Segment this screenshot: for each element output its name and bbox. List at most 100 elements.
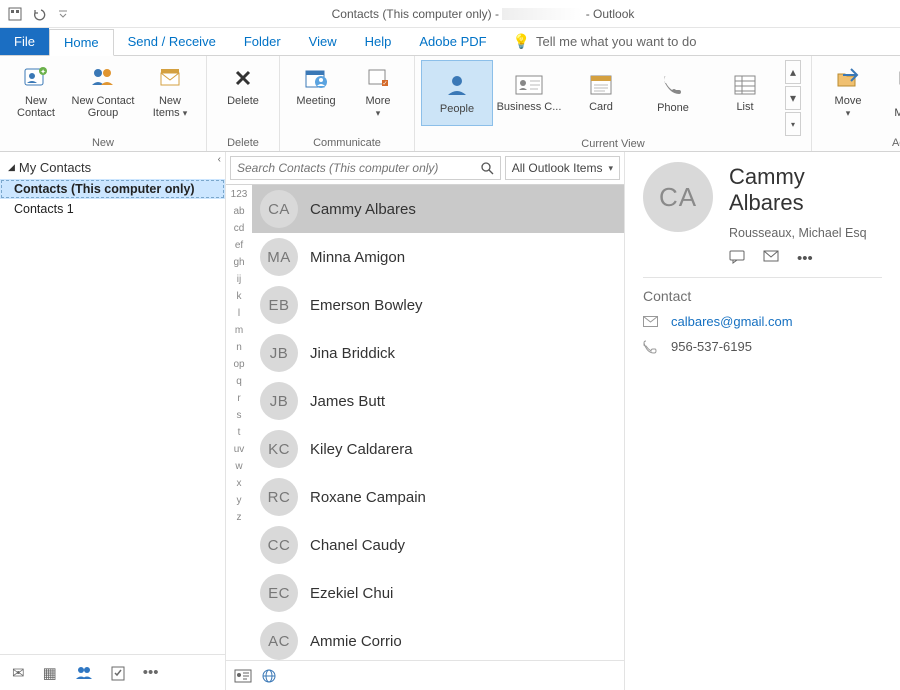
qat-customize-icon[interactable] (54, 5, 72, 23)
alpha-index-letter[interactable]: cd (234, 223, 245, 234)
alpha-index-letter[interactable]: uv (234, 444, 245, 455)
ribbon-group-communicate: Meeting ✓ More▾ Communicate (280, 56, 415, 151)
folder-pane: ‹ ◢ My Contacts Contacts (This computer … (0, 152, 225, 690)
alpha-index-letter[interactable]: l (238, 308, 240, 319)
tell-me-search[interactable]: 💡 Tell me what you want to do (513, 33, 697, 50)
alpha-index-letter[interactable]: ij (237, 274, 241, 285)
mail-merge-icon (896, 64, 900, 92)
alpha-index-letter[interactable]: gh (233, 257, 244, 268)
my-contacts-header[interactable]: ◢ My Contacts (0, 152, 225, 179)
people-icon (443, 71, 471, 99)
contact-phone: 956-537-6195 (671, 339, 752, 354)
alpha-index-letter[interactable]: w (235, 461, 242, 472)
contact-row[interactable]: CACammy Albares (252, 185, 624, 233)
contact-email[interactable]: calbares@gmail.com (671, 314, 793, 329)
view-people-button[interactable]: People (421, 60, 493, 126)
contact-row[interactable]: CCChanel Caudy (252, 521, 624, 569)
view-scroll-down[interactable]: ▾ (785, 86, 801, 110)
phone-row: 956-537-6195 (643, 339, 882, 354)
alpha-index-letter[interactable]: y (237, 495, 242, 506)
view-scroll-up[interactable]: ▴ (785, 60, 801, 84)
alpha-index-letter[interactable]: m (235, 325, 243, 336)
label: List (736, 101, 753, 113)
tab-view[interactable]: View (295, 28, 351, 55)
alpha-index-letter[interactable]: 123 (231, 189, 248, 200)
contact-row-name: Jina Briddick (310, 345, 395, 362)
contact-header: CA Cammy Albares Rousseaux, Michael Esq … (643, 162, 882, 267)
view-phone-button[interactable]: Phone (637, 60, 709, 126)
alpha-index-letter[interactable]: q (236, 376, 242, 387)
alpha-index-letter[interactable]: op (233, 359, 244, 370)
tell-me-label: Tell me what you want to do (536, 34, 696, 49)
contact-row[interactable]: KCKiley Caldarera (252, 425, 624, 473)
new-contact-group-button[interactable]: New Contact Group (68, 60, 138, 123)
tab-adobe-pdf[interactable]: Adobe PDF (405, 28, 500, 55)
contact-row[interactable]: ACAmmie Corrio (252, 617, 624, 660)
alpha-index-letter[interactable]: s (237, 410, 242, 421)
contact-row-name: Cammy Albares (310, 201, 416, 218)
alpha-index-letter[interactable]: r (237, 393, 240, 404)
tab-folder[interactable]: Folder (230, 28, 295, 55)
qat-app-icon[interactable] (6, 5, 24, 23)
list-footer (226, 660, 624, 690)
alpha-index-letter[interactable]: n (236, 342, 242, 353)
avatar-large: CA (643, 162, 713, 232)
nav-mail-icon[interactable]: ✉ (12, 664, 25, 682)
phone-icon (660, 72, 686, 98)
alpha-index-letter[interactable]: k (237, 291, 242, 302)
view-business-card-button[interactable]: Business C... (493, 60, 565, 126)
undo-icon[interactable] (30, 5, 48, 23)
contact-row[interactable]: MAMinna Amigon (252, 233, 624, 281)
email-icon[interactable] (763, 250, 779, 267)
mail-merge-button[interactable]: Mail Merge (880, 60, 900, 123)
more-actions-icon[interactable]: ••• (797, 250, 813, 267)
view-list-button[interactable]: List (709, 60, 781, 126)
contact-row[interactable]: JBJina Briddick (252, 329, 624, 377)
folder-item[interactable]: Contacts (This computer only) (0, 179, 225, 199)
nav-tasks-icon[interactable] (111, 665, 125, 681)
search-contacts-box[interactable] (230, 156, 501, 180)
move-button[interactable]: Move▾ (818, 60, 878, 123)
view-expand[interactable]: ▾ (785, 112, 801, 136)
alpha-index-letter[interactable]: z (237, 512, 242, 523)
search-scope-dropdown[interactable]: All Outlook Items ▾ (505, 156, 620, 180)
alpha-index-letter[interactable]: ef (235, 240, 243, 251)
collapse-folder-pane-icon[interactable]: ‹ (218, 154, 221, 165)
card-view-icon[interactable] (234, 669, 252, 683)
alpha-index-letter[interactable]: ab (233, 206, 244, 217)
tab-file[interactable]: File (0, 28, 49, 55)
tab-help[interactable]: Help (351, 28, 406, 55)
contact-row[interactable]: ECEzekiel Chui (252, 569, 624, 617)
tab-home[interactable]: Home (49, 29, 114, 56)
new-contact-button[interactable]: ✦ New Contact (6, 60, 66, 123)
alpha-index-letter[interactable]: t (238, 427, 241, 438)
contact-row[interactable]: JBJames Butt (252, 377, 624, 425)
contact-row[interactable]: EBEmerson Bowley (252, 281, 624, 329)
contact-row[interactable]: RCRoxane Campain (252, 473, 624, 521)
group-label-actions: Actions (892, 137, 900, 149)
globe-icon[interactable] (262, 669, 276, 683)
meeting-icon (302, 64, 330, 92)
contact-actions: ••• (729, 250, 882, 267)
label: Delete (227, 95, 259, 107)
contact-row-name: Roxane Campain (310, 489, 426, 506)
delete-button[interactable]: Delete (213, 60, 273, 111)
more-button[interactable]: ✓ More▾ (348, 60, 408, 123)
label: Phone (657, 102, 689, 114)
nav-calendar-icon[interactable]: ▦ (43, 664, 57, 682)
new-items-button[interactable]: New Items ▾ (140, 60, 200, 123)
label: All Outlook Items (512, 161, 603, 175)
search-input[interactable] (231, 161, 475, 175)
contact-list[interactable]: CACammy AlbaresMAMinna AmigonEBEmerson B… (252, 185, 624, 660)
nav-more-icon[interactable]: ••• (143, 664, 159, 681)
tab-send-receive[interactable]: Send / Receive (114, 28, 230, 55)
nav-people-icon[interactable] (75, 666, 93, 680)
view-card-button[interactable]: Card (565, 60, 637, 126)
alpha-index-letter[interactable]: x (237, 478, 242, 489)
meeting-button[interactable]: Meeting (286, 60, 346, 111)
folder-item[interactable]: Contacts 1 (0, 199, 225, 219)
bulb-icon: 💡 (513, 33, 530, 50)
search-icon[interactable] (475, 162, 500, 175)
chat-icon[interactable] (729, 250, 745, 267)
group-label-currentview: Current View (581, 138, 644, 150)
